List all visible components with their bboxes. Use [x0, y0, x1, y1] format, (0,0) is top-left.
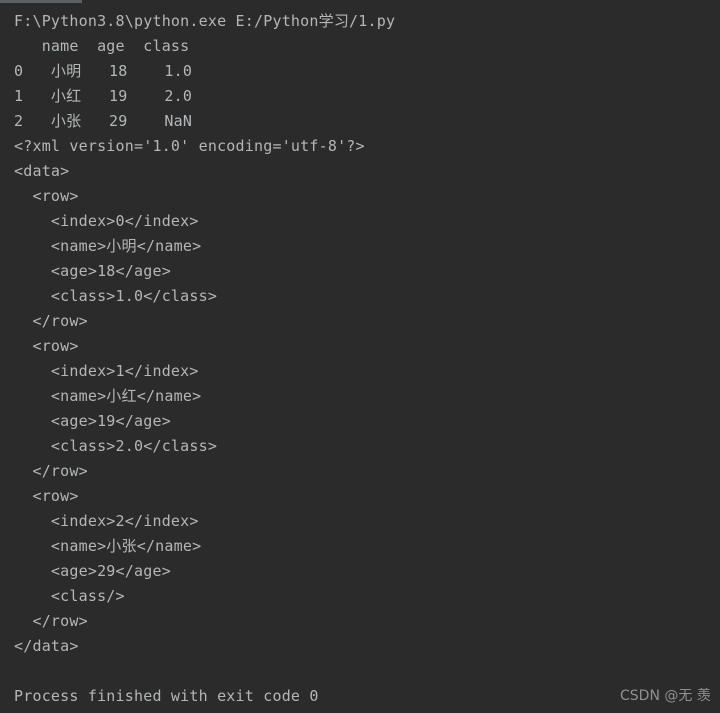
xml-line: <index>2</index>	[14, 512, 199, 530]
xml-line: <age>29</age>	[14, 562, 171, 580]
dataframe-row: 0 小明 18 1.0	[14, 62, 193, 80]
xml-line: <index>1</index>	[14, 362, 199, 380]
dataframe-row: 2 小张 29 NaN	[14, 112, 193, 130]
xml-line: <row>	[14, 337, 79, 355]
xml-line: <age>18</age>	[14, 262, 171, 280]
csdn-watermark: CSDN @无 羡	[620, 688, 711, 704]
xml-line: </data>	[14, 637, 79, 655]
xml-line: <data>	[14, 162, 70, 180]
xml-line: <row>	[14, 187, 79, 205]
xml-line: <class>1.0</class>	[14, 287, 218, 305]
xml-line: <name>小明</name>	[14, 237, 202, 255]
console-output-panel: F:\Python3.8\python.exe E:/Python学习/1.py…	[0, 0, 720, 713]
dataframe-header: name age class	[14, 37, 190, 55]
xml-line: <name>小张</name>	[14, 537, 202, 555]
xml-line: <?xml version='1.0' encoding='utf-8'?>	[14, 137, 365, 155]
xml-line: </row>	[14, 312, 88, 330]
xml-line: </row>	[14, 612, 88, 630]
xml-line: <index>0</index>	[14, 212, 199, 230]
command-line: F:\Python3.8\python.exe E:/Python学习/1.py	[14, 12, 396, 30]
xml-line: <name>小红</name>	[14, 387, 202, 405]
dataframe-row: 1 小红 19 2.0	[14, 87, 193, 105]
xml-line: <class>2.0</class>	[14, 437, 218, 455]
console-text-area[interactable]: F:\Python3.8\python.exe E:/Python学习/1.py…	[0, 3, 720, 709]
xml-line: <class/>	[14, 587, 125, 605]
xml-line: <row>	[14, 487, 79, 505]
xml-line: <age>19</age>	[14, 412, 171, 430]
xml-line: </row>	[14, 462, 88, 480]
